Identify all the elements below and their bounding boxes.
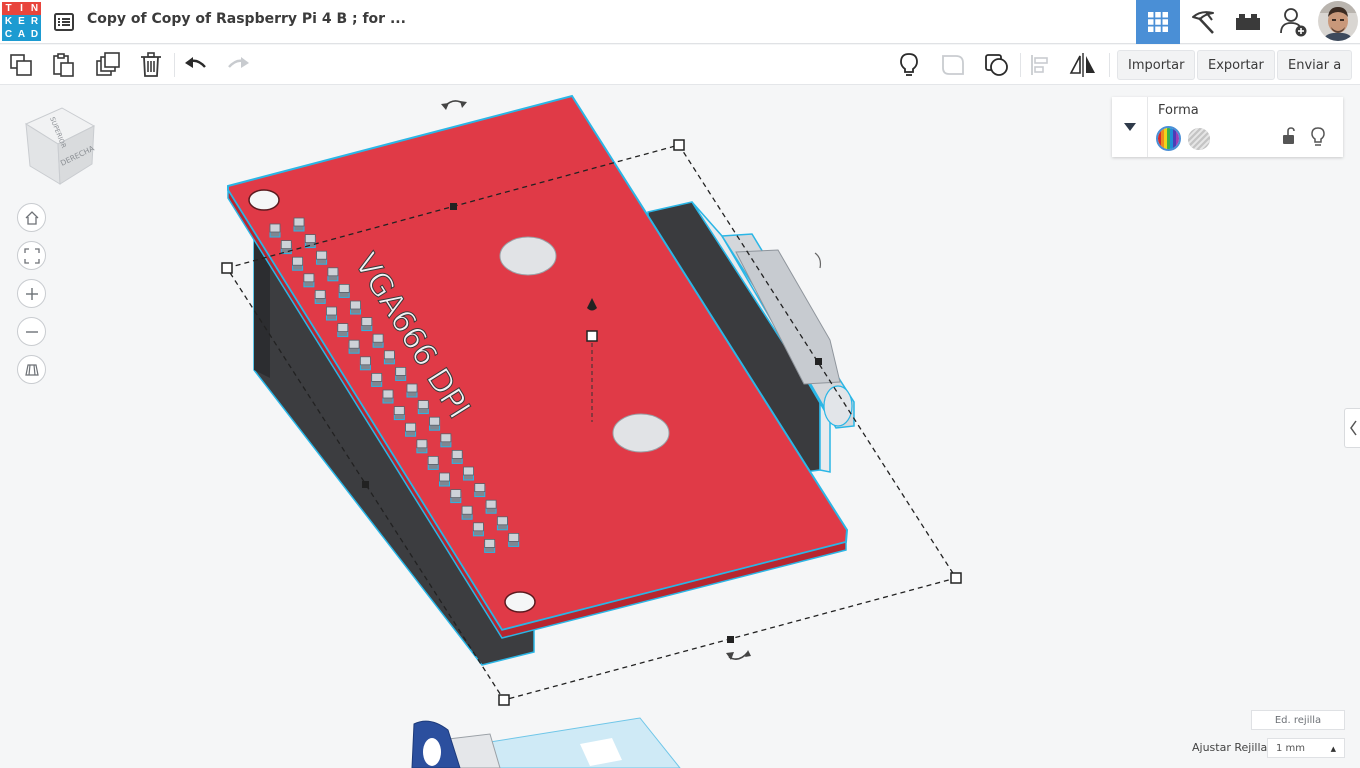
rainbow-icon xyxy=(1158,128,1179,149)
gpio-pin xyxy=(327,267,339,282)
gpio-pin xyxy=(361,317,373,332)
view-cube-graphic: SUPERIOR DERECHA xyxy=(24,107,96,185)
caret-down-icon xyxy=(1123,123,1136,131)
gpio-pin xyxy=(485,499,497,514)
gpio-pin xyxy=(474,483,486,498)
gpio-pin xyxy=(393,406,405,421)
home-icon xyxy=(25,210,38,225)
lock-toggle[interactable] xyxy=(1280,127,1298,147)
fit-icon xyxy=(23,247,40,264)
gpio-pin xyxy=(395,366,407,381)
gpio-pin xyxy=(293,217,305,232)
workplane-grid-object[interactable] xyxy=(411,717,681,768)
edge-handle[interactable] xyxy=(450,203,457,210)
shape-inspector: Forma xyxy=(1112,97,1343,157)
perspective-button[interactable] xyxy=(17,355,46,384)
gpio-pin xyxy=(406,383,418,398)
gpio-pin xyxy=(350,300,361,315)
zoom-out-button[interactable] xyxy=(17,317,46,346)
view-cube[interactable]: SUPERIOR DERECHA xyxy=(20,104,100,188)
gpio-pin xyxy=(463,466,474,481)
gpio-pin xyxy=(416,439,428,454)
height-handle[interactable] xyxy=(586,330,598,342)
resize-handle[interactable] xyxy=(673,139,685,151)
gpio-pin xyxy=(359,356,371,371)
edge-handle[interactable] xyxy=(815,358,822,365)
gpio-pin xyxy=(405,422,417,437)
snap-grid-value: 1 mm xyxy=(1276,742,1306,754)
solid-color-swatch[interactable] xyxy=(1156,126,1181,151)
gpio-pin xyxy=(451,449,463,464)
unlock-icon xyxy=(1283,127,1295,144)
plus-icon xyxy=(25,287,38,300)
gpio-pin xyxy=(280,240,292,255)
edge-handle[interactable] xyxy=(727,636,734,643)
hide-toggle[interactable] xyxy=(1309,126,1327,148)
gpio-pin xyxy=(314,289,326,304)
gpio-pin xyxy=(348,339,360,354)
gpio-pin xyxy=(292,256,304,271)
chevron-left-icon xyxy=(1349,420,1357,436)
resize-handle[interactable] xyxy=(221,262,233,274)
snap-grid-select[interactable]: 1 mm ▲ xyxy=(1267,738,1345,758)
gpio-pin xyxy=(450,489,462,504)
inspector-title: Forma xyxy=(1158,103,1199,118)
gpio-pin xyxy=(496,516,508,531)
gpio-pin xyxy=(338,283,350,298)
gpio-pin xyxy=(417,400,429,415)
fit-view-button[interactable] xyxy=(17,241,46,270)
gpio-pin xyxy=(326,306,337,321)
gpio-pin xyxy=(440,433,452,448)
snap-grid-label: Ajustar Rejilla xyxy=(1192,741,1268,754)
edit-grid-button[interactable]: Ed. rejilla xyxy=(1251,710,1345,730)
gpio-pin xyxy=(371,372,383,387)
gpio-pin xyxy=(439,472,450,487)
gpio-pin xyxy=(337,323,349,338)
hatch-icon xyxy=(1188,128,1210,150)
gpio-pin xyxy=(508,533,520,547)
inspector-collapse-button[interactable] xyxy=(1112,97,1148,157)
gpio-pin xyxy=(372,333,384,348)
perspective-icon xyxy=(24,363,39,376)
edge-handle[interactable] xyxy=(362,481,369,488)
shapes-panel-toggle[interactable] xyxy=(1344,408,1360,448)
minus-icon xyxy=(25,330,38,333)
gpio-pin xyxy=(382,389,394,404)
rotate-handle[interactable] xyxy=(726,650,751,660)
home-view-button[interactable] xyxy=(17,203,46,232)
gpio-pin xyxy=(269,223,281,238)
resize-handle[interactable] xyxy=(498,694,510,706)
gpio-pin xyxy=(461,505,473,520)
rotate-handle[interactable] xyxy=(814,252,822,269)
lightbulb-icon xyxy=(1311,127,1325,146)
gpio-pin xyxy=(427,455,439,470)
gpio-pin xyxy=(316,250,328,265)
resize-handle[interactable] xyxy=(950,572,962,584)
gpio-pin xyxy=(383,350,395,365)
gpio-pin xyxy=(484,539,496,553)
caret-up-down-icon: ▲ xyxy=(1330,745,1336,753)
gpio-pin xyxy=(429,416,441,431)
gpio-pin xyxy=(472,522,484,537)
gpio-pin xyxy=(303,273,315,288)
rotate-handle[interactable] xyxy=(441,100,467,110)
zoom-in-button[interactable] xyxy=(17,279,46,308)
hole-swatch[interactable] xyxy=(1188,128,1210,150)
